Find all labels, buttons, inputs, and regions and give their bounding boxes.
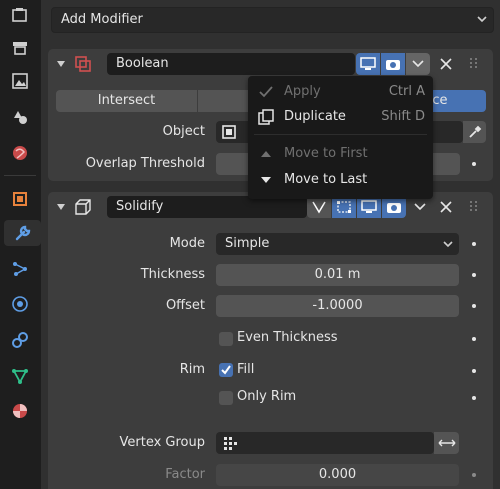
only-rim-checkbox[interactable]	[219, 391, 233, 405]
checkmark-icon	[259, 86, 273, 98]
modifier-menu-button[interactable]	[408, 196, 432, 218]
show-in-editmode-toggle[interactable]	[332, 196, 356, 218]
constraints-icon[interactable]	[6, 327, 34, 353]
eyedropper-icon	[468, 125, 481, 138]
animate-property-dot[interactable]	[472, 273, 476, 277]
modifier-context-menu: Apply Ctrl A Duplicate Shift D Move to F…	[248, 76, 433, 199]
drag-handle-icon[interactable]	[468, 57, 480, 71]
camera-icon	[387, 203, 401, 213]
overlap-threshold-label: Overlap Threshold	[85, 156, 205, 171]
fill-label: Fill	[237, 362, 255, 377]
menu-item-duplicate[interactable]: Duplicate Shift D	[248, 105, 433, 129]
camera-icon	[386, 60, 400, 70]
checkmark-icon	[221, 365, 231, 375]
animate-property-dot[interactable]	[472, 473, 476, 477]
monitor-icon	[360, 57, 376, 70]
modifier-icon[interactable]	[4, 220, 41, 246]
delete-modifier-button[interactable]	[434, 53, 458, 75]
vertex-group-icon	[224, 437, 237, 450]
delete-modifier-button[interactable]	[434, 196, 458, 218]
vertex-group-label: Vertex Group	[119, 435, 206, 450]
animate-property-dot[interactable]	[472, 242, 476, 246]
factor-field[interactable]: 0.000	[216, 464, 459, 486]
chevron-down-icon	[412, 60, 424, 68]
show-in-viewport-toggle[interactable]	[356, 53, 380, 75]
monitor-icon	[361, 200, 377, 213]
editmode-icon	[337, 201, 351, 213]
properties-tab-bar	[0, 0, 41, 489]
solidify-modifier-panel: Solidify Mode Simple Thickness 0.01 m Of…	[48, 192, 493, 489]
drag-handle-icon[interactable]	[468, 200, 480, 214]
render-icon[interactable]	[6, 35, 34, 61]
animate-property-dot[interactable]	[472, 304, 476, 308]
animate-property-dot[interactable]	[472, 369, 476, 373]
solidify-name-field[interactable]: Solidify	[107, 196, 307, 218]
edit-mode-toggle[interactable]	[307, 196, 331, 218]
output-icon[interactable]	[6, 68, 34, 94]
factor-label: Factor	[165, 467, 205, 482]
triangle-down-icon	[261, 177, 271, 183]
object-data-icon	[222, 125, 236, 139]
swap-arrows-icon	[438, 439, 455, 447]
object-label: Object	[162, 124, 205, 139]
show-in-viewport-toggle[interactable]	[357, 196, 381, 218]
boolean-name-field[interactable]: Boolean	[107, 53, 355, 75]
op-intersect[interactable]: Intersect	[56, 90, 197, 112]
menu-item-move-to-last[interactable]: Move to Last	[248, 168, 433, 192]
object-icon[interactable]	[6, 186, 34, 212]
add-modifier-dropdown[interactable]: Add Modifier	[51, 7, 494, 33]
animate-property-dot[interactable]	[472, 162, 476, 166]
show-in-render-toggle[interactable]	[381, 53, 405, 75]
duplicate-icon	[258, 109, 274, 125]
collapse-arrow-icon[interactable]	[56, 60, 66, 68]
fill-checkbox[interactable]	[219, 363, 233, 377]
modifier-properties: Add Modifier Boolean Intersect Object Ov…	[41, 0, 500, 489]
add-modifier-label: Add Modifier	[61, 12, 143, 27]
view-layer-icon[interactable]	[6, 104, 34, 130]
modifier-menu-button[interactable]	[406, 53, 430, 75]
eyedropper-button[interactable]	[463, 121, 486, 143]
close-icon	[440, 58, 452, 70]
collapse-arrow-icon[interactable]	[56, 203, 66, 211]
data-icon[interactable]	[6, 363, 34, 389]
material-icon[interactable]	[6, 398, 34, 424]
physics-icon[interactable]	[6, 291, 34, 317]
boolean-modifier-icon	[75, 56, 91, 72]
solidify-modifier-icon	[75, 199, 91, 215]
triangle-up-icon	[261, 151, 271, 157]
offset-field[interactable]: -1.0000	[216, 295, 459, 317]
particles-icon[interactable]	[6, 256, 34, 282]
show-in-render-toggle[interactable]	[382, 196, 406, 218]
tool-icon[interactable]	[6, 2, 34, 28]
animate-property-dot[interactable]	[472, 337, 476, 341]
even-thickness-checkbox[interactable]	[219, 332, 233, 346]
thickness-label: Thickness	[140, 267, 205, 282]
chevron-down-icon	[414, 203, 426, 211]
animate-property-dot[interactable]	[472, 396, 476, 400]
rim-label: Rim	[179, 362, 205, 377]
vertex-group-field[interactable]	[216, 432, 434, 454]
scene-icon[interactable]	[6, 140, 34, 166]
vertex-triangle-icon	[312, 201, 326, 214]
thickness-field[interactable]: 0.01 m	[216, 264, 459, 286]
invert-vertex-group-button[interactable]	[434, 432, 459, 454]
mode-dropdown[interactable]: Simple	[216, 233, 459, 255]
offset-label: Offset	[165, 298, 205, 313]
chevron-down-icon	[477, 16, 487, 23]
close-icon	[440, 201, 452, 213]
menu-item-move-to-first[interactable]: Move to First	[248, 142, 433, 166]
only-rim-label: Only Rim	[237, 389, 297, 404]
even-thickness-label: Even Thickness	[237, 330, 338, 345]
mode-label: Mode	[169, 236, 205, 251]
menu-item-apply[interactable]: Apply Ctrl A	[248, 80, 433, 104]
chevron-down-icon	[443, 241, 453, 248]
